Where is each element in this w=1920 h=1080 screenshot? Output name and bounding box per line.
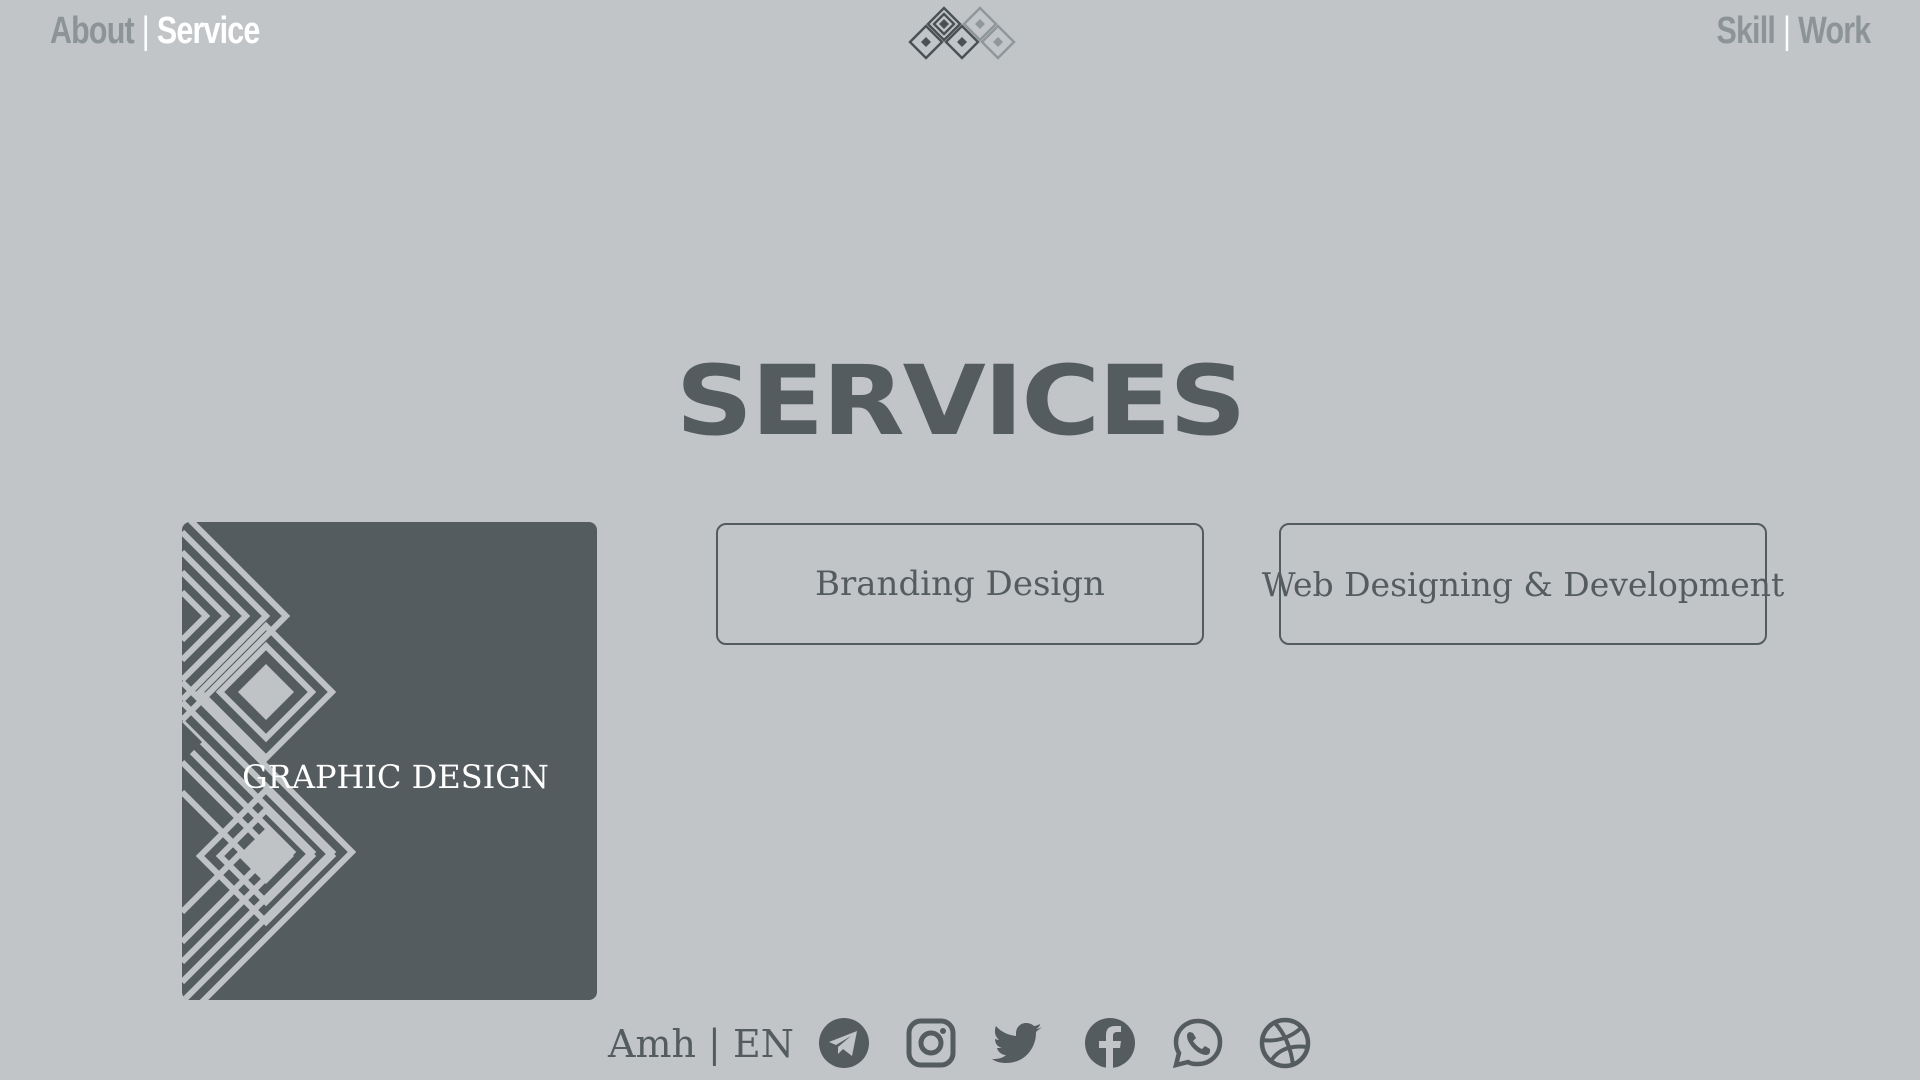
nav-separator: | xyxy=(141,10,150,52)
nav-service-link[interactable]: Service xyxy=(157,10,260,53)
nav-left: About | Service xyxy=(50,10,260,53)
service-card-graphic-design[interactable]: GRAPHIC DESIGN xyxy=(182,522,597,1000)
language-switcher: Amh | EN xyxy=(608,1022,794,1066)
telegram-icon[interactable] xyxy=(817,1016,871,1070)
service-card-label: Branding Design xyxy=(815,564,1105,604)
service-card-label: Web Designing & Development xyxy=(1261,564,1785,604)
service-card-web-design[interactable]: Web Designing & Development xyxy=(1262,523,1784,645)
language-separator: | xyxy=(708,1022,721,1066)
language-en-link[interactable]: EN xyxy=(733,1022,794,1066)
nav-work-link[interactable]: Work xyxy=(1798,10,1871,53)
whatsapp-icon[interactable] xyxy=(1171,1016,1225,1070)
nav-about-link[interactable]: About xyxy=(50,10,135,53)
service-card-branding-design[interactable]: Branding Design xyxy=(716,523,1204,645)
nav-skill-link[interactable]: Skill xyxy=(1716,10,1775,53)
logo-icon[interactable] xyxy=(904,4,1016,62)
dribbble-icon[interactable] xyxy=(1258,1016,1312,1070)
twitter-icon[interactable] xyxy=(992,1016,1046,1070)
instagram-icon[interactable] xyxy=(904,1016,958,1070)
nav-right: Skill | Work xyxy=(1716,10,1871,53)
language-amh-link[interactable]: Amh xyxy=(608,1022,696,1066)
footer: Amh | EN xyxy=(0,1010,1920,1080)
page-title: SERVICES xyxy=(675,345,1247,457)
nav-separator: | xyxy=(1782,10,1791,52)
service-card-label: GRAPHIC DESIGN xyxy=(242,758,549,796)
facebook-icon[interactable] xyxy=(1083,1016,1137,1070)
